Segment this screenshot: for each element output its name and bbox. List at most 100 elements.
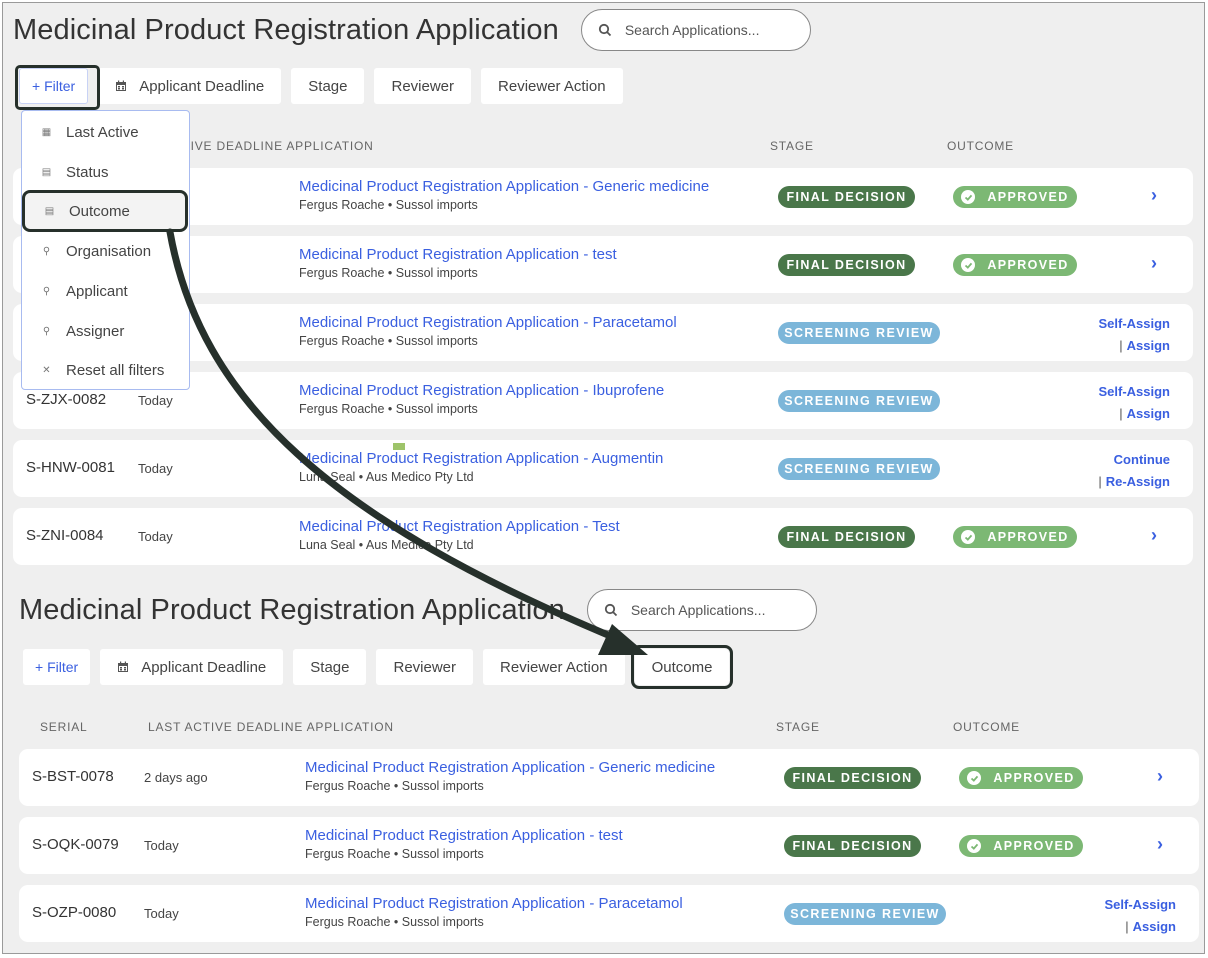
check-circle-icon	[961, 258, 976, 272]
action-link-primary[interactable]: Continue	[1114, 452, 1170, 467]
filter-applicant-deadline[interactable]: Applicant Deadline	[98, 68, 282, 104]
menu-item-label: Outcome	[69, 202, 130, 220]
outcome-badge: APPROVED	[953, 526, 1077, 548]
applicant-org: Fergus Roache • Sussol imports	[299, 266, 478, 280]
outcome-badge: APPROVED	[959, 767, 1083, 789]
action-link-secondary[interactable]: Assign	[1127, 406, 1170, 421]
action-link-secondary[interactable]: Assign	[1133, 919, 1176, 934]
search-icon	[604, 603, 617, 617]
application-cell: Medicinal Product Registration Applicati…	[299, 382, 664, 416]
page-title: Medicinal Product Registration Applicati…	[13, 13, 559, 46]
chevron-right-icon[interactable]: ›	[1157, 766, 1163, 787]
application-link[interactable]: Medicinal Product Registration Applicati…	[299, 382, 664, 399]
search-placeholder: Search Applications...	[630, 602, 766, 618]
last-active: Today	[138, 461, 173, 476]
chevron-right-icon[interactable]: ›	[1151, 525, 1157, 546]
table-row[interactable]: agoMedicinal Product Registration Applic…	[13, 168, 1193, 225]
application-cell: Medicinal Product Registration Applicati…	[305, 895, 683, 929]
applicant-org: Fergus Roache • Sussol imports	[305, 847, 484, 861]
stage-badge: FINAL DECISION	[784, 835, 921, 857]
last-active: Today	[138, 393, 173, 408]
column-header-last-active: LAST ACTIVE DEADLINE APPLICATION	[148, 720, 394, 734]
filter-stage[interactable]: Stage	[293, 649, 367, 685]
menu-item-organisation[interactable]: ⚲ Organisation	[22, 233, 189, 269]
list-icon: ▤	[41, 166, 52, 178]
chevron-right-icon[interactable]: ›	[1151, 253, 1157, 274]
application-link[interactable]: Medicinal Product Registration Applicati…	[305, 759, 715, 776]
table-row[interactable]: Medicinal Product Registration Applicati…	[13, 236, 1193, 293]
applicant-org: Luna Seal • Aus Medico Pty Ltd	[299, 538, 474, 552]
search-icon: ⚲	[42, 285, 51, 297]
filter-reviewer-action[interactable]: Reviewer Action	[481, 68, 623, 104]
menu-item-status[interactable]: ▤ Status	[22, 154, 189, 190]
application-link[interactable]: Medicinal Product Registration Applicati…	[299, 518, 620, 535]
column-header-outcome: OUTCOME	[953, 720, 1020, 734]
application-cell: Medicinal Product Registration Applicati…	[299, 314, 677, 348]
menu-item-assigner[interactable]: ⚲ Assigner	[22, 313, 189, 349]
table-row[interactable]: S-ZNI-0084 Today Medicinal Product Registr…	[13, 508, 1193, 565]
filter-outcome[interactable]: Outcome	[630, 645, 734, 689]
applicant-org: Fergus Roache • Sussol imports	[305, 915, 484, 929]
menu-item-applicant[interactable]: ⚲ Applicant	[22, 273, 189, 309]
table-row[interactable]: S-ZJX-0082 Today Medicinal Product Registr…	[13, 372, 1193, 429]
application-link[interactable]: Medicinal Product Registration Applicati…	[299, 246, 617, 263]
close-icon: ✕	[42, 364, 51, 376]
table-row[interactable]: S-OZP-0080 Today Medicinal Product Registr…	[19, 885, 1199, 942]
filter-reviewer-action[interactable]: Reviewer Action	[483, 649, 625, 685]
table-row[interactable]: S-BST-0078 2 days ago Medicinal Product Re…	[19, 749, 1199, 806]
application-cell: Medicinal Product Registration Applicati…	[299, 178, 709, 212]
filter-bar: + Filter Applicant Deadline Stage Review…	[23, 645, 734, 689]
table-row[interactable]: S-OQK-0079 Today Medicinal Product Registr…	[19, 817, 1199, 874]
search-icon	[598, 23, 611, 37]
menu-item-last-active[interactable]: ▦ Last Active	[22, 114, 189, 150]
menu-item-label: Last Active	[66, 123, 139, 141]
calendar-icon	[116, 80, 127, 91]
chevron-right-icon[interactable]: ›	[1151, 185, 1157, 206]
application-cell: Medicinal Product Registration Applicati…	[299, 246, 617, 280]
filter-applicant-deadline[interactable]: Applicant Deadline	[100, 649, 284, 685]
outcome-label: APPROVED	[987, 258, 1069, 272]
cursor-marker	[393, 443, 405, 450]
application-link[interactable]: Medicinal Product Registration Applicati…	[305, 895, 683, 912]
check-circle-icon	[961, 190, 976, 204]
calendar-icon: ▦	[41, 126, 52, 138]
filter-stage[interactable]: Stage	[291, 68, 365, 104]
search-input[interactable]: Search Applications...	[586, 589, 817, 631]
add-filter-button[interactable]: + Filter	[19, 68, 89, 104]
add-filter-button[interactable]: + Filter	[23, 649, 91, 685]
application-link[interactable]: Medicinal Product Registration Applicati…	[299, 314, 677, 331]
screenshot-frame: Medicinal Product Registration Applicati…	[2, 2, 1205, 954]
menu-item-label: Applicant	[66, 282, 128, 300]
stage-badge: FINAL DECISION	[778, 254, 915, 276]
table-row[interactable]: S-HNW-0081 Today Medicinal Product Registr…	[13, 440, 1193, 497]
search-icon: ⚲	[42, 325, 51, 337]
menu-item-reset-filters[interactable]: ✕ Reset all filters	[22, 352, 189, 388]
action-link-primary[interactable]: Self-Assign	[1098, 316, 1170, 331]
search-input[interactable]: Search Applications...	[580, 9, 811, 51]
filter-reviewer[interactable]: Reviewer	[374, 68, 472, 104]
application-cell: Medicinal Product Registration Applicati…	[305, 827, 623, 861]
application-link[interactable]: Medicinal Product Registration Applicati…	[305, 827, 623, 844]
last-active: Today	[138, 529, 173, 544]
action-link-secondary[interactable]: Re-Assign	[1106, 474, 1170, 489]
menu-item-label: Assigner	[66, 322, 125, 340]
menu-item-outcome[interactable]: ▤ Outcome	[22, 190, 188, 232]
stage-badge: SCREENING REVIEW	[778, 390, 940, 412]
row-actions: Self-Assign | Assign	[1098, 313, 1170, 357]
application-link[interactable]: Medicinal Product Registration Applicati…	[299, 178, 709, 195]
action-link-primary[interactable]: Self-Assign	[1098, 384, 1170, 399]
bottom-panel: Medicinal Product Registration Applicati…	[3, 578, 1204, 953]
application-link[interactable]: Medicinal Product Registration Applicati…	[299, 450, 663, 467]
filter-dropdown-menu: ▦ Last Active ▤ Status ▤ Outcome ⚲ Organisat…	[21, 110, 190, 390]
filter-reviewer[interactable]: Reviewer	[376, 649, 474, 685]
action-link-secondary[interactable]: Assign	[1127, 338, 1170, 353]
action-link-primary[interactable]: Self-Assign	[1104, 897, 1176, 912]
filter-bar: + Filter Applicant Deadline Stage Review…	[19, 68, 623, 104]
stage-badge: FINAL DECISION	[778, 526, 915, 548]
applicant-org: Fergus Roache • Sussol imports	[299, 334, 478, 348]
applicant-org: Luna Seal • Aus Medico Pty Ltd	[299, 470, 474, 484]
stage-badge: FINAL DECISION	[778, 186, 915, 208]
table-row[interactable]: Medicinal Product Registration Applicati…	[13, 304, 1193, 361]
check-circle-icon	[961, 530, 976, 544]
chevron-right-icon[interactable]: ›	[1157, 834, 1163, 855]
